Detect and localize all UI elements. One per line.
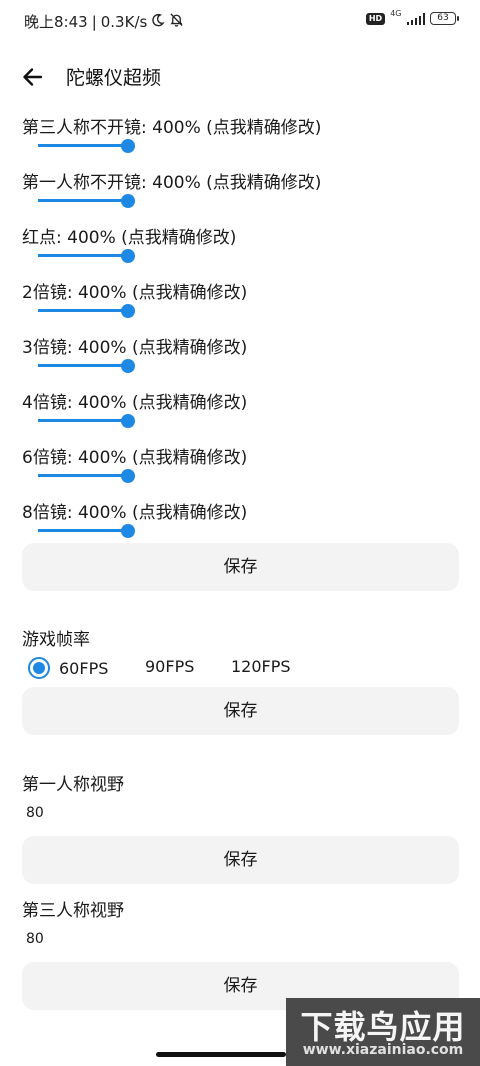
sensitivity-label[interactable]: 6倍镜: 400% (点我精确修改) (22, 443, 247, 468)
slider-fill (38, 199, 128, 202)
slider-thumb[interactable] (121, 469, 135, 483)
bell-off-icon (169, 12, 184, 31)
slider-thumb[interactable] (121, 359, 135, 373)
slider-fill (38, 364, 128, 367)
slider-fill (38, 419, 128, 422)
status-left: 晚上8:43 | 0.3K/s (24, 11, 184, 32)
battery-icon: 63 (430, 12, 459, 25)
sensitivity-label[interactable]: 第一人称不开镜: 400% (点我精确修改) (22, 168, 321, 193)
status-time: 晚上8:43 (24, 13, 88, 31)
watermark-logo: 下载鸟应用 www.xiazainiao.com (286, 998, 480, 1066)
battery-level: 63 (437, 13, 449, 23)
slider-thumb[interactable] (121, 304, 135, 318)
slider-fill (38, 144, 128, 147)
signal-icon (406, 12, 425, 25)
status-bar: 晚上8:43 | 0.3K/s HD 4G 63 (0, 0, 480, 42)
slider-thumb[interactable] (121, 524, 135, 538)
page-title: 陀螺仪超频 (66, 67, 162, 89)
first-person-fov-input[interactable]: 80 (26, 805, 44, 821)
slider-thumb[interactable] (121, 249, 135, 263)
save-sensitivity-button[interactable]: 保存 (22, 543, 459, 591)
third-person-fov-title: 第三人称视野 (22, 901, 124, 921)
slider-fill (38, 309, 128, 312)
third-person-fov-input[interactable]: 80 (26, 931, 44, 947)
slider-fill (38, 254, 128, 257)
network-speed: 0.3K/s (100, 12, 148, 31)
sensitivity-slider[interactable] (38, 304, 135, 318)
slider-fill (38, 529, 128, 532)
save-first-person-fov-button[interactable]: 保存 (22, 836, 459, 884)
slider-thumb[interactable] (121, 139, 135, 153)
radio-label: 120FPS (231, 657, 291, 676)
frame-rate-title: 游戏帧率 (22, 630, 90, 650)
radio-label: 60FPS (59, 658, 109, 678)
sensitivity-slider[interactable] (38, 139, 135, 153)
sensitivity-slider[interactable] (38, 249, 135, 263)
sensitivity-label[interactable]: 2倍镜: 400% (点我精确修改) (22, 278, 247, 303)
sensitivity-label[interactable]: 3倍镜: 400% (点我精确修改) (22, 333, 247, 358)
status-right: HD 4G 63 (365, 8, 459, 25)
radio-60fps[interactable]: 60FPS (28, 657, 108, 679)
status-separator: | (91, 12, 97, 31)
first-person-fov-title: 第一人称视野 (22, 775, 124, 795)
slider-thumb[interactable] (121, 414, 135, 428)
sensitivity-label[interactable]: 第三人称不开镜: 400% (点我精确修改) (22, 113, 321, 138)
radio-selected-icon (28, 657, 50, 679)
radio-90fps[interactable]: 90FPS (145, 657, 194, 676)
sensitivity-slider[interactable] (38, 469, 135, 483)
sensitivity-slider[interactable] (38, 524, 135, 538)
sensitivity-label[interactable]: 4倍镜: 400% (点我精确修改) (22, 388, 247, 413)
back-arrow-icon[interactable] (18, 62, 48, 92)
home-indicator[interactable] (156, 1052, 286, 1057)
sensitivity-slider[interactable] (38, 194, 135, 208)
app-bar: 陀螺仪超频 (0, 58, 480, 98)
sensitivity-label[interactable]: 8倍镜: 400% (点我精确修改) (22, 498, 247, 523)
sensitivity-label[interactable]: 红点: 400% (点我精确修改) (22, 223, 236, 248)
sensitivity-slider[interactable] (38, 359, 135, 373)
radio-label: 90FPS (145, 657, 195, 676)
moon-icon (151, 13, 165, 31)
save-frame-rate-button[interactable]: 保存 (22, 687, 459, 735)
watermark-url: www.xiazainiao.com (302, 1042, 464, 1058)
network-type: 4G (390, 8, 402, 18)
slider-fill (38, 474, 128, 477)
hd-badge: HD (365, 12, 386, 25)
slider-thumb[interactable] (121, 194, 135, 208)
radio-120fps[interactable]: 120FPS (231, 657, 291, 676)
sensitivity-slider[interactable] (38, 414, 135, 428)
